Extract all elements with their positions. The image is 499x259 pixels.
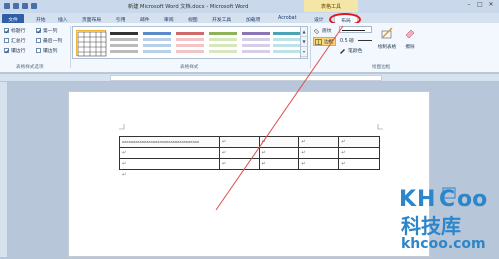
logo-letter-h: H xyxy=(417,187,435,212)
watermark-url: khcoo.com xyxy=(401,236,486,252)
watermark-logo: K H C oo 科技库 khcoo.com xyxy=(393,176,499,257)
logo-letter-c: C xyxy=(439,187,455,212)
logo-letter-oo: oo xyxy=(457,187,487,212)
logo-letter-k: K xyxy=(399,187,417,212)
watermark-name: 科技库 xyxy=(401,214,461,238)
